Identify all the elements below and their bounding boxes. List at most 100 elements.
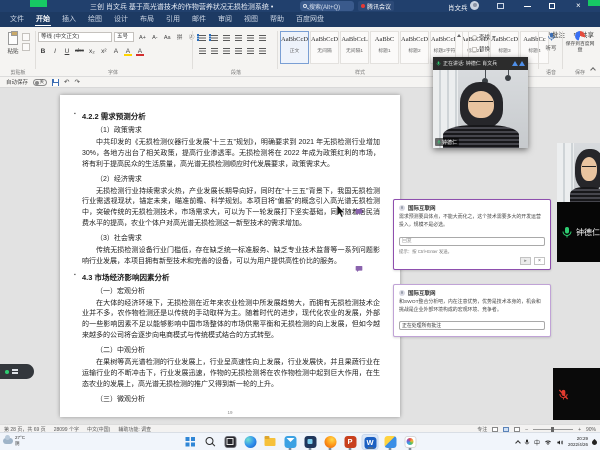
comment-card[interactable]: 国际互联网 需求预测要具体点，不能大而化之，这个技术需要多大的开发运营投入，规模… — [393, 199, 551, 270]
font-format-button[interactable]: x² — [99, 46, 109, 57]
comment-reply-input[interactable] — [399, 237, 545, 246]
ribbon-display-options-icon[interactable] — [497, 3, 504, 9]
ribbon-tab-6[interactable]: 引用 — [160, 12, 186, 27]
zoom-slider[interactable] — [533, 429, 573, 430]
font-format-button[interactable]: B — [38, 46, 48, 57]
taskbar-word-icon[interactable]: W — [362, 434, 379, 450]
align-center-icon[interactable] — [208, 44, 218, 55]
bullet-list-icon[interactable] — [196, 31, 206, 42]
style-item[interactable]: AaBbCcD标题2 — [400, 31, 429, 64]
font-format-button[interactable]: A — [111, 46, 121, 57]
align-left-icon[interactable] — [196, 44, 206, 55]
taskbar-search-icon[interactable] — [202, 434, 219, 450]
dictate-button[interactable]: 听写 — [541, 31, 561, 61]
save-icon[interactable] — [52, 79, 59, 86]
find-button[interactable]: 查找 — [472, 33, 496, 41]
taskbar-powerpoint-icon[interactable]: P — [342, 434, 359, 450]
increase-indent-icon[interactable] — [244, 31, 254, 42]
copy-button[interactable] — [22, 33, 30, 41]
style-item[interactable]: AaBbCcDc无间隔 — [310, 31, 339, 64]
font-tool-button[interactable]: Aa — [162, 32, 173, 42]
comment-reply-input[interactable] — [399, 321, 545, 330]
volume-icon[interactable] — [556, 439, 564, 446]
taskbar-music-icon[interactable] — [382, 434, 399, 450]
borders-icon[interactable] — [256, 44, 266, 55]
ime-indicator[interactable]: 中 — [534, 438, 540, 447]
style-item[interactable]: AaBbCcL无间隔1 — [340, 31, 369, 64]
autosave-toggle[interactable]: 关 — [33, 79, 47, 86]
maximize-button[interactable] — [549, 3, 555, 9]
ribbon-tab-4[interactable]: 设计 — [108, 12, 134, 27]
meeting-overlay-window[interactable]: 正在讲话: 钟德仁 肖文兵 钟德仁 — [433, 57, 528, 148]
search-box[interactable]: 搜索(Alt+Q) — [300, 1, 354, 11]
font-size-select[interactable]: 五号 — [114, 32, 134, 42]
baidu-netdisk-save-button[interactable]: 保存到百度网盘 — [564, 31, 596, 65]
taskbar-mail-icon[interactable] — [282, 434, 299, 450]
taskbar-app-dark-icon[interactable] — [302, 434, 319, 450]
taskbar-file-explorer-icon[interactable] — [262, 434, 279, 450]
align-right-icon[interactable] — [220, 44, 230, 55]
font-format-button[interactable]: I — [50, 46, 60, 57]
redo-button[interactable]: ↷ — [74, 78, 79, 86]
muted-participant-tile[interactable] — [553, 368, 600, 420]
justify-icon[interactable] — [232, 44, 242, 55]
minimize-button[interactable] — [524, 6, 531, 7]
comment-send-button[interactable]: ▸ — [520, 257, 531, 265]
taskbar-start-icon[interactable] — [182, 434, 199, 450]
meeting-chip[interactable]: 腾讯会议 — [358, 1, 394, 11]
ribbon-tab-2[interactable]: 插入 — [56, 12, 82, 27]
ribbon-tab-5[interactable]: 布局 — [134, 12, 160, 27]
font-tool-button[interactable]: 拼 — [175, 32, 185, 42]
document-page[interactable]: 4.2.2 需求预测分析（1）政策需求中共印发的《无损检测仪器行业发展“十三五”… — [60, 95, 400, 417]
font-tool-button[interactable]: A+ — [137, 32, 148, 42]
style-item[interactable]: AaBbC标题1 — [370, 31, 399, 64]
meeting-floating-bar[interactable] — [0, 364, 34, 379]
font-tool-button[interactable]: A- — [150, 32, 160, 42]
undo-button[interactable]: ↶ — [64, 78, 69, 86]
decrease-indent-icon[interactable] — [232, 31, 242, 42]
pen-icon[interactable] — [591, 438, 598, 445]
font-format-button[interactable]: abc — [74, 46, 85, 57]
comment-close-button[interactable]: × — [534, 257, 545, 265]
sort-icon[interactable] — [256, 31, 266, 42]
taskbar-firefox-icon[interactable] — [322, 434, 339, 450]
numbered-list-icon[interactable] — [208, 31, 218, 42]
style-item[interactable]: AaBbCcDc正文 — [280, 31, 309, 64]
font-format-button[interactable]: U — [62, 46, 72, 57]
multilevel-list-icon[interactable] — [220, 31, 230, 42]
ribbon-tab-1[interactable]: 开始 — [30, 12, 56, 27]
format-painter-button[interactable] — [22, 43, 30, 51]
font-format-button[interactable]: A — [123, 46, 133, 57]
account-name[interactable]: 肖文兵 — [448, 2, 468, 12]
line-spacing-icon[interactable] — [244, 44, 254, 55]
comment-marker-icon[interactable] — [355, 265, 363, 273]
hidden-icons-chevron[interactable] — [515, 440, 521, 446]
close-button[interactable]: × — [576, 1, 581, 11]
avatar[interactable] — [470, 1, 479, 10]
taskbar-task-view-icon[interactable] — [222, 434, 239, 450]
comment-card[interactable]: 国际互联网 和SWOT整合分析吧，内在注意优势，优势是技术本身的，机会和挑战是企… — [393, 284, 551, 337]
taskbar-edge-icon[interactable] — [242, 434, 259, 450]
ribbon-tab-9[interactable]: 视图 — [238, 12, 264, 27]
font-format-button[interactable]: x₂ — [87, 46, 97, 57]
collapse-ribbon-button[interactable] — [591, 68, 597, 74]
paste-button[interactable]: 粘贴 — [5, 32, 21, 58]
weather-widget[interactable]: 27°C 阴 — [3, 435, 25, 447]
side-video-tile[interactable] — [557, 143, 600, 202]
ribbon-tab-7[interactable]: 邮件 — [186, 12, 212, 27]
ribbon-tab-8[interactable]: 审阅 — [212, 12, 238, 27]
ribbon-tab-10[interactable]: 帮助 — [264, 12, 290, 27]
webcam-video[interactable]: 钟德仁 — [433, 70, 528, 148]
font-format-button[interactable]: A — [135, 46, 145, 57]
font-name-select[interactable]: 等线 (中文正文) — [38, 32, 112, 42]
replace-button[interactable]: 替换 — [472, 45, 496, 53]
ribbon-tab-0[interactable]: 文件 — [4, 12, 30, 27]
wifi-icon[interactable] — [544, 439, 552, 446]
ribbon-tab-11[interactable]: 百度网盘 — [290, 12, 330, 27]
side-participant-panel[interactable]: 钟德仁 — [557, 202, 600, 262]
tray-mic-icon[interactable] — [524, 438, 530, 446]
ribbon-tab-3[interactable]: 绘图 — [82, 12, 108, 27]
clock[interactable]: 20:29 2022/4/26 — [568, 436, 588, 447]
comment-marker-icon[interactable] — [355, 208, 363, 216]
taskbar-photos-icon[interactable] — [402, 434, 419, 450]
